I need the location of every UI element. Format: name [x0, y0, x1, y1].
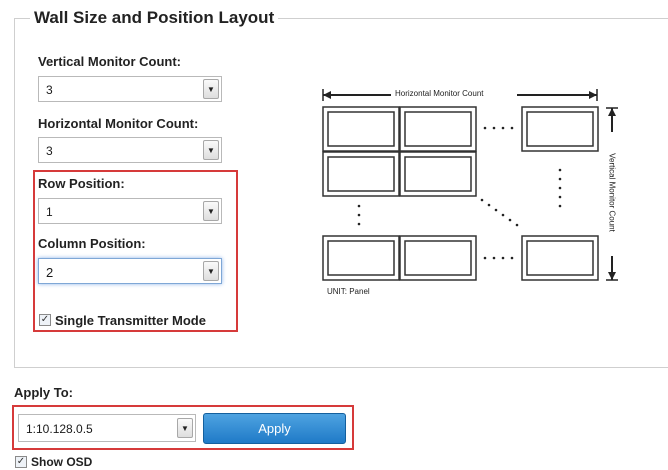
show-osd-label: Show OSD — [31, 455, 93, 469]
show-osd-checkbox[interactable]: ✓ — [15, 456, 27, 468]
single-transmitter-label: Single Transmitter Mode — [55, 313, 206, 328]
column-position-label: Column Position: — [38, 236, 146, 251]
horizontal-count-value: 3 — [46, 144, 53, 158]
chevron-down-icon[interactable]: ▼ — [203, 261, 219, 281]
horizontal-monitor-count-label: Horizontal Monitor Count — [395, 89, 484, 98]
row-position-label: Row Position: — [38, 176, 125, 191]
apply-to-select[interactable]: 1:10.128.0.5 ▼ — [18, 414, 196, 442]
chevron-down-icon[interactable]: ▼ — [203, 79, 219, 99]
section-title: Wall Size and Position Layout — [30, 8, 279, 28]
column-position-select[interactable]: 2 ▼ — [38, 258, 222, 284]
horizontal-count-label: Horizontal Monitor Count: — [38, 116, 199, 131]
vertical-count-value: 3 — [46, 83, 53, 97]
position-highlight-box — [33, 170, 238, 332]
monitor-grid-svg — [322, 88, 619, 281]
column-position-value: 2 — [46, 265, 54, 280]
vertical-monitor-count-label: Vertical Monitor Count — [607, 153, 617, 232]
apply-to-label: Apply To: — [14, 385, 73, 400]
vertical-count-select[interactable]: 3 ▼ — [38, 76, 222, 102]
horizontal-count-select[interactable]: 3 ▼ — [38, 137, 222, 163]
vertical-count-label: Vertical Monitor Count: — [38, 54, 181, 69]
row-position-select[interactable]: 1 ▼ — [38, 198, 222, 224]
single-transmitter-checkbox[interactable]: ✓ — [39, 314, 51, 326]
monitor-wall-diagram: Horizontal Monitor Count Vertical Monito… — [315, 88, 635, 298]
apply-button[interactable]: Apply — [203, 413, 346, 444]
chevron-down-icon[interactable]: ▼ — [203, 140, 219, 160]
row-position-value: 1 — [46, 205, 53, 219]
unit-panel-label: UNIT: Panel — [327, 287, 370, 296]
apply-to-value: 1:10.128.0.5 — [26, 422, 93, 436]
chevron-down-icon[interactable]: ▼ — [177, 418, 193, 438]
chevron-down-icon[interactable]: ▼ — [203, 201, 219, 221]
